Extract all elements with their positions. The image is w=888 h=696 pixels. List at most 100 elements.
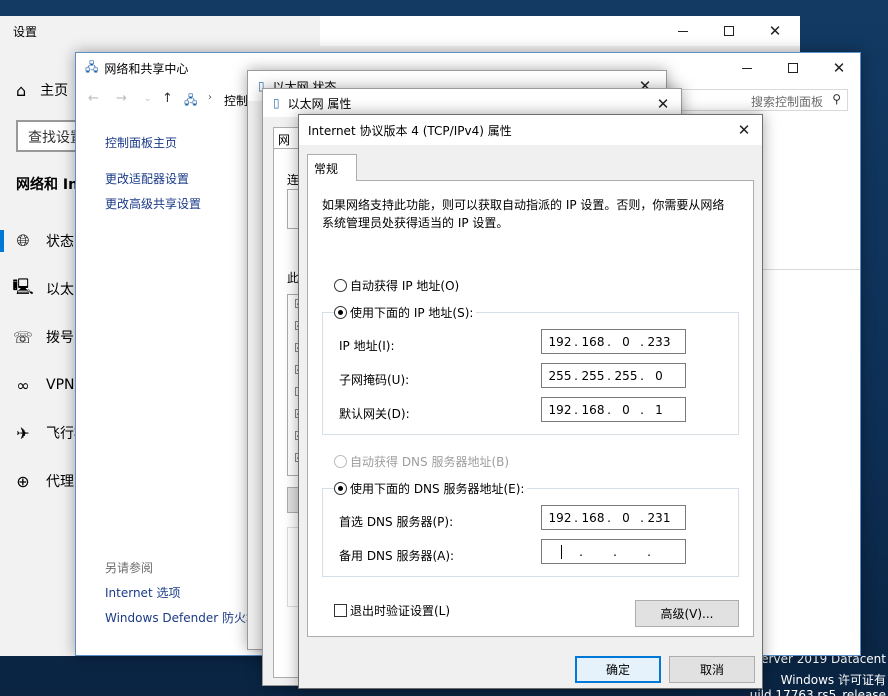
nsc-minimize-button[interactable] (724, 53, 770, 83)
preferred-dns-label: 首选 DNS 服务器(P): (339, 515, 454, 529)
tab-general[interactable]: 常规 (307, 154, 357, 181)
desktop-watermark-line-3: uild 17763.rs5_release (749, 688, 886, 696)
vpn-icon: ∞ (16, 375, 30, 395)
auto-ip-radio[interactable]: 自动获得 IP 地址(O) (334, 277, 459, 294)
ip-address-label: IP 地址(I): (339, 339, 395, 353)
settings-nav-status[interactable]: 🌐︎ 状态 (0, 226, 74, 256)
close-icon: ✕ (656, 94, 670, 113)
text-caret (561, 545, 562, 559)
ip-octet: 192 (548, 511, 572, 525)
ip-octet: 0 (622, 335, 630, 349)
settings-nav-label: 状态 (46, 234, 74, 250)
close-icon: ✕ (737, 120, 751, 139)
ip-dot: . (607, 511, 611, 525)
address-network-icon: 🖧 (184, 93, 198, 107)
maximize-icon (788, 63, 798, 73)
eth-props-title: 以太网 属性 (287, 96, 352, 111)
general-tab-panel: 如果网络支持此功能，则可以获取自动指派的 IP 设置。否则，你需要从网络系统管理… (307, 180, 754, 637)
ip-octet: 168 (581, 335, 605, 349)
nsc-close-button[interactable]: ✕ (816, 53, 860, 83)
advanced-button[interactable]: 高级(V)... (635, 600, 739, 627)
ip-octet: 0 (622, 511, 630, 525)
cancel-button[interactable]: 取消 (669, 656, 755, 683)
settings-nav-label: 代理 (46, 474, 74, 490)
ipv4-title: Internet 协议版本 4 (TCP/IPv4) 属性 (308, 123, 512, 138)
ip-octet: 192 (548, 335, 572, 349)
alternate-dns-label: 备用 DNS 服务器(A): (339, 549, 455, 563)
auto-dns-label: 自动获得 DNS 服务器地址(B) (350, 455, 510, 469)
ip-octet: 168 (581, 403, 605, 417)
airplane-icon: ✈ (16, 423, 30, 443)
ethernet-icon: 🖳 (12, 276, 34, 296)
up-arrow-icon[interactable]: ↑ (162, 91, 173, 106)
home-icon: ⌂ (16, 80, 27, 100)
globe-icon: 🌐︎ (16, 231, 30, 250)
forward-arrow-icon[interactable]: → (116, 91, 127, 106)
windows-defender-firewall-link[interactable]: Windows Defender 防火墙 (105, 609, 258, 626)
settings-nav-label: 拨号 (46, 330, 74, 346)
control-panel-home-link[interactable]: 控制面板主页 (105, 134, 177, 151)
subnet-mask-label: 子网掩码(U): (339, 373, 410, 387)
close-icon: ✕ (768, 21, 782, 40)
auto-dns-radio[interactable]: 自动获得 DNS 服务器地址(B) (334, 453, 509, 470)
manual-dns-radio[interactable]: 使用下面的 DNS 服务器地址(E): (334, 480, 528, 497)
settings-nav-proxy[interactable]: ⊕ 代理 (0, 466, 74, 496)
ip-dot: . (607, 335, 611, 349)
ip-dot: . (607, 403, 611, 417)
checkbox-indicator (334, 604, 347, 617)
see-also-heading: 另请参阅 (105, 561, 154, 575)
nsc-maximize-button[interactable] (770, 53, 816, 83)
settings-maximize-button[interactable] (706, 16, 752, 46)
alternate-dns-input[interactable]: . . . (541, 539, 686, 564)
ipv4-properties-dialog: Internet 协议版本 4 (TCP/IPv4) 属性 ✕ 常规 如果网络支… (298, 114, 763, 689)
recent-dropdown-icon[interactable]: ⌄ (144, 94, 152, 104)
breadcrumb-root[interactable]: 控制 (224, 92, 248, 109)
internet-options-link[interactable]: Internet 选项 (105, 584, 180, 601)
ip-dot: . (574, 403, 578, 417)
maximize-icon (724, 26, 734, 36)
close-icon: ✕ (832, 58, 846, 77)
ip-address-input[interactable]: 192 . 168 . 0 . 233 (541, 329, 686, 354)
ip-dot: . (579, 545, 583, 559)
settings-nav-vpn[interactable]: ∞ VPN (0, 370, 75, 400)
settings-title: 设置 (13, 24, 38, 39)
eth-props-titlebar: ▯ 以太网 属性 ✕ (263, 89, 681, 117)
ip-dot: . (647, 545, 651, 559)
settings-nav-dialup[interactable]: ☏ 拨号 (0, 322, 74, 352)
network-icon: 🖧 (85, 59, 99, 74)
nsc-left-panel: 控制面板主页 更改适配器设置 更改高级共享设置 另请参阅 Internet 选项… (76, 113, 266, 655)
ip-octet: 233 (647, 335, 671, 349)
radio-indicator (334, 455, 347, 468)
settings-home-link[interactable]: ⌂ 主页 (16, 80, 68, 100)
radio-indicator (334, 279, 347, 292)
ipv4-close-button[interactable]: ✕ (725, 115, 762, 145)
manual-ip-radio[interactable]: 使用下面的 IP 地址(S): (334, 304, 477, 321)
settings-minimize-button[interactable] (660, 16, 706, 46)
nsc-search-input[interactable]: 搜索控制面板 ⚲ (668, 89, 848, 111)
manual-ip-label: 使用下面的 IP 地址(S): (350, 306, 474, 320)
preferred-dns-input[interactable]: 192 . 168 . 0 . 231 (541, 505, 686, 530)
ok-button[interactable]: 确定 (575, 656, 661, 683)
change-advanced-sharing-link[interactable]: 更改高级共享设置 (105, 195, 201, 212)
ip-octet: 0 (655, 369, 663, 383)
minimize-icon (678, 30, 688, 32)
default-gateway-input[interactable]: 192 . 168 . 0 . 1 (541, 397, 686, 422)
subnet-mask-input[interactable]: 255 . 255 . 255 . 0 (541, 363, 686, 388)
nsc-search-placeholder: 搜索控制面板 (750, 95, 823, 109)
settings-nav-label: VPN (46, 377, 75, 393)
back-arrow-icon[interactable]: ← (88, 91, 99, 106)
ip-dot: . (640, 335, 644, 349)
ip-dot: . (574, 335, 578, 349)
minimize-icon (742, 67, 752, 69)
ipv4-titlebar: Internet 协议版本 4 (TCP/IPv4) 属性 ✕ (299, 115, 762, 145)
validate-on-exit-checkbox[interactable]: 退出时验证设置(L) (334, 602, 450, 619)
ip-dot: . (574, 369, 578, 383)
ip-octet: 255 (581, 369, 605, 383)
breadcrumb-separator-icon: › (208, 92, 212, 103)
settings-close-button[interactable]: ✕ (752, 16, 798, 46)
change-adapter-settings-link[interactable]: 更改适配器设置 (105, 170, 189, 187)
ip-octet: 255 (614, 369, 638, 383)
radio-indicator (334, 306, 347, 319)
proxy-icon: ⊕ (16, 471, 30, 491)
search-icon: ⚲ (832, 92, 841, 106)
